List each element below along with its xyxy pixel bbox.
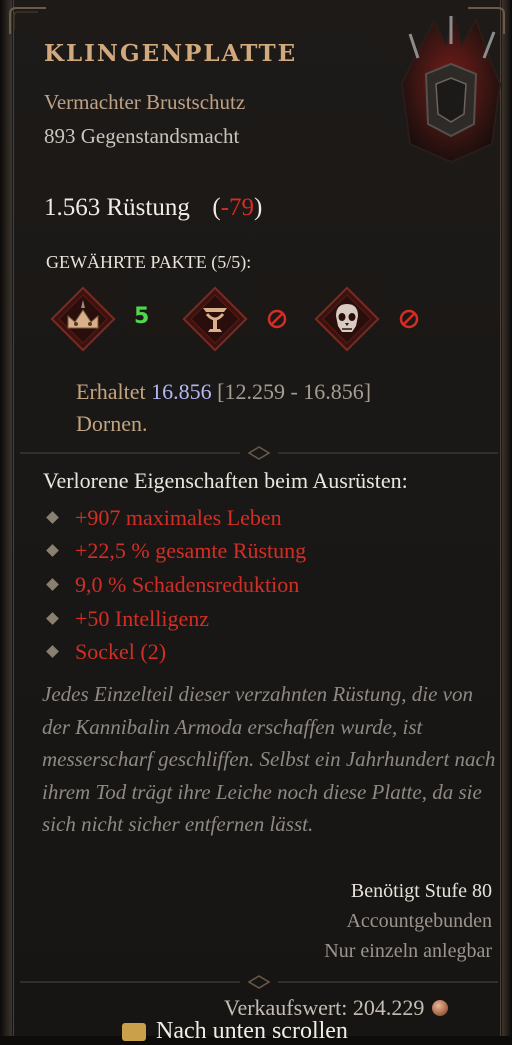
chalice-pact-icon: [182, 286, 248, 352]
chest-armor-icon: [400, 14, 502, 164]
lost-properties-heading: Verlorene Eigenschaften beim Ausrüsten:: [43, 468, 408, 493]
thorns-aspect: Erhaltet 16.856 [12.259 - 16.856] Dornen…: [76, 376, 376, 440]
frame-left: [0, 0, 12, 1036]
not-active-icon: [267, 309, 287, 329]
section-divider: [20, 975, 498, 989]
item-type: Vermachter Brustschutz: [44, 90, 246, 114]
lost-affix: +50 Intelligenz: [46, 606, 209, 632]
armor-stat: 1.563 Rüstung (-79): [44, 194, 262, 222]
scroll-down-hint[interactable]: Nach unten scrollen: [122, 1018, 348, 1045]
skull-pact-icon: [314, 286, 380, 352]
level-requirement: Benötigt Stufe 80: [350, 880, 492, 902]
bullet-diamond-icon: [46, 578, 59, 592]
armor-value: 1.563 Rüstung: [44, 194, 190, 221]
item-power: 893 Gegenstandsmacht: [44, 124, 240, 148]
bullet-diamond-icon: [46, 544, 59, 558]
bullet-diamond-icon: [46, 612, 59, 626]
lost-affix: +907 maximales Leben: [46, 505, 282, 531]
thorns-range: [12.259 - 16.856]: [211, 379, 372, 404]
scroll-key-icon: [122, 1023, 146, 1042]
armor-paren-open: (: [212, 194, 221, 221]
pacts-label: GEWÄHRTE PAKTE (5/5):: [46, 252, 252, 272]
thorns-value: 16.856: [151, 379, 212, 404]
gold-coin-icon: [432, 999, 449, 1016]
lost-affix: +22,5 % gesamte Rüstung: [46, 538, 306, 564]
unique-equip: Nur einzeln anlegbar: [324, 940, 492, 962]
not-active-icon: [399, 309, 419, 329]
crown-pact-icon: [50, 286, 116, 352]
pact-count: 5: [134, 304, 150, 329]
section-divider: [20, 446, 498, 460]
frame-inner-left: [13, 0, 14, 1036]
thorns-suffix: Dornen.: [76, 411, 148, 436]
account-bound: Accountgebunden: [346, 910, 492, 932]
frame-corner-ornament: [9, 7, 46, 34]
armor-difference: -79: [220, 194, 255, 221]
flavor-text: Jedes Einzelteil dieser verzahnten Rüstu…: [42, 682, 496, 836]
thorns-prefix: Erhaltet: [76, 379, 152, 404]
item-tooltip: KLINGENPLATTE Vermachter Brustschutz 893…: [0, 0, 512, 1044]
lost-affix: Sockel (2): [46, 639, 166, 665]
armor-paren-close: ): [254, 194, 263, 221]
lost-affix: 9,0 % Schadensreduktion: [46, 572, 299, 598]
item-name: KLINGENPLATTE: [44, 40, 298, 67]
bullet-diamond-icon: [46, 645, 59, 659]
bullet-diamond-icon: [46, 511, 59, 525]
